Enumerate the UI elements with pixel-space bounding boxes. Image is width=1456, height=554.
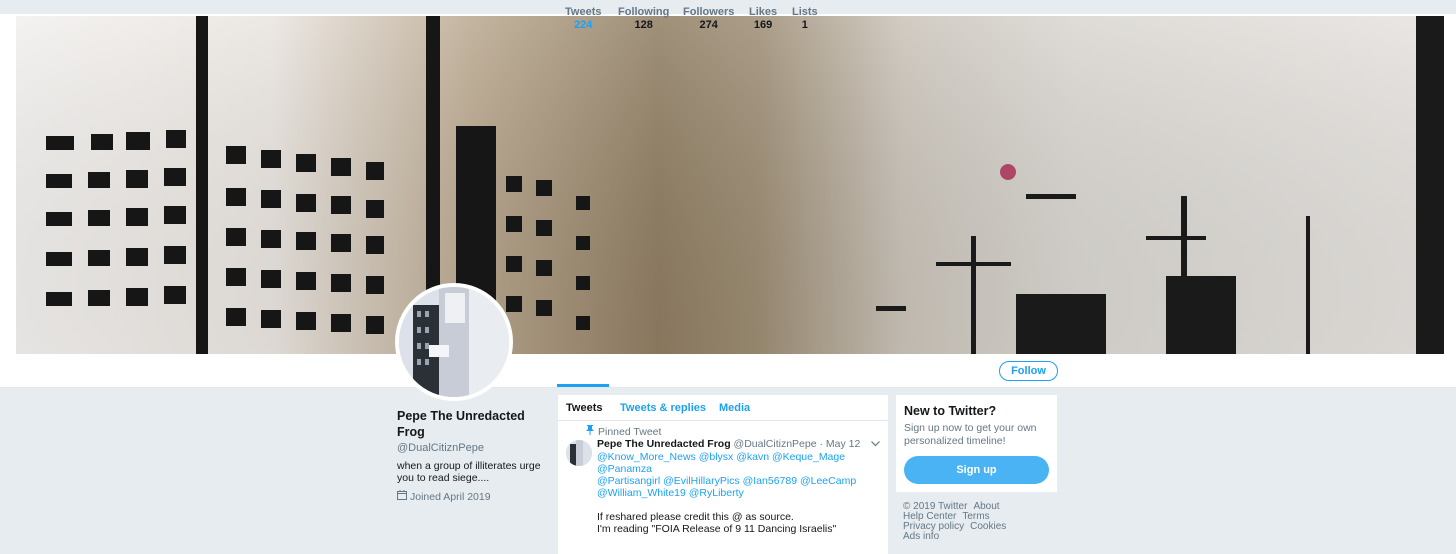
tweet[interactable]: Pepe The Unredacted Frog @DualCitiznPepe… [597,438,883,535]
tweet-mentions[interactable]: @Know_More_News @blysx @kavn @Keque_Mage… [597,451,883,499]
stat-label: Likes [749,6,778,18]
profile-banner[interactable] [0,14,1456,354]
tab-tweets[interactable]: Tweets [566,402,602,414]
stat-lists[interactable]: Lists 1 [792,6,818,31]
footer-links: © 2019 Twitter About Help Center Terms Pri… [903,502,1063,542]
timeline: Tweets Tweets & replies Media Pinned Twe… [558,395,888,554]
stat-followers[interactable]: Followers 274 [683,6,734,31]
stat-following[interactable]: Following 128 [618,6,669,31]
avatar[interactable] [395,283,513,401]
profile-handle[interactable]: @DualCitiznPepe [397,442,547,454]
tweet-text-line: I'm reading "FOIA Release of 9 11 Dancin… [597,523,837,535]
tab-tweets-replies[interactable]: Tweets & replies [620,402,706,414]
stat-label: Followers [683,6,735,18]
pinned-label: Pinned Tweet [598,425,662,438]
stat-value: 169 [753,19,773,31]
tweet-text-line: If reshared please credit this @ as sour… [597,511,794,523]
mentions-line[interactable]: @Know_More_News @blysx @kavn @Keque_Mage… [597,451,883,475]
chevron-down-icon[interactable] [871,439,880,450]
follow-button[interactable]: Follow [999,361,1058,381]
banner-image [16,16,1444,354]
tab-media[interactable]: Media [719,402,750,414]
signup-module: New to Twitter? Sign up now to get your … [896,395,1057,492]
stat-label: Tweets [565,6,602,18]
active-tab-indicator [557,384,609,387]
signup-title: New to Twitter? [904,404,997,418]
stat-label: Following [618,6,670,18]
mentions-line[interactable]: @Partisangirl @EvilHillaryPics @Ian56789… [597,475,883,487]
footer-link-cookies[interactable]: Cookies [970,521,1006,532]
stat-value: 128 [634,19,653,31]
stat-tweets[interactable]: Tweets 224 [565,6,601,31]
tweet-meta[interactable]: @DualCitiznPepe · May 12 [734,438,861,450]
pinned-indicator: Pinned Tweet [586,425,661,438]
signup-button[interactable]: Sign up [904,456,1049,484]
profile-nav [0,354,1456,388]
profile-card: Pepe The Unredacted Frog @DualCitiznPepe… [397,408,547,503]
tweet-avatar[interactable] [566,440,592,466]
mentions-line[interactable]: @William_White19 @RyLiberty [597,487,883,499]
footer-link-ads[interactable]: Ads info [903,531,939,542]
joined-text: Joined April 2019 [410,490,491,503]
banner-edge [0,14,16,354]
tweet-author-name[interactable]: Pepe The Unredacted Frog [597,438,731,450]
stat-label: Lists [792,6,818,18]
timeline-tabs: Tweets Tweets & replies Media [558,395,888,421]
stat-value: 1 [801,19,808,31]
calendar-icon [397,490,407,503]
stat-likes[interactable]: Likes 169 [749,6,777,31]
pin-icon [586,425,594,438]
profile-name[interactable]: Pepe The Unredacted Frog [397,408,547,440]
joined-date: Joined April 2019 [397,490,547,503]
stat-value: 274 [699,19,718,31]
stat-value: 224 [574,19,593,31]
tweet-text: If reshared please credit this @ as sour… [597,511,883,535]
signup-text: Sign up now to get your own personalized… [904,422,1037,447]
profile-bio: when a group of illiterates urge you to … [397,460,541,484]
